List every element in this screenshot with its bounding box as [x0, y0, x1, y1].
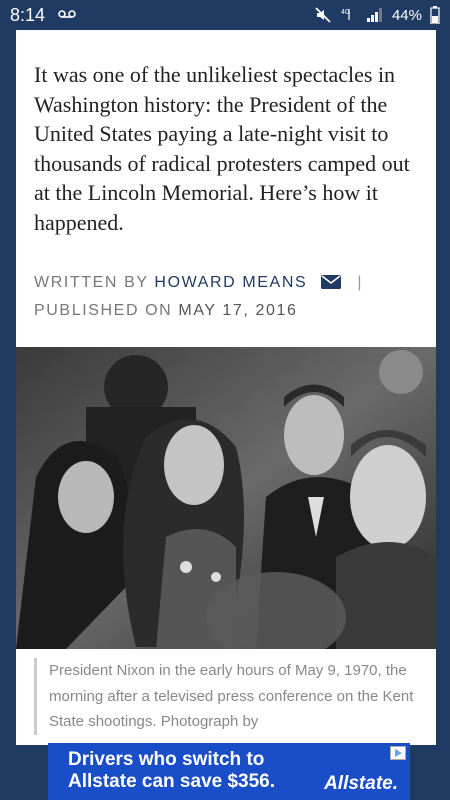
article-page: It was one of the unlikeliest spectacles… — [16, 30, 436, 745]
byline: WRITTEN BY HOWARD MEANS | PUBLISHED ON M… — [34, 270, 429, 324]
ad-line-1: Drivers who switch to — [68, 749, 265, 770]
battery-text: 44% — [391, 6, 422, 24]
byline-separator: | — [357, 274, 364, 291]
mail-icon[interactable] — [321, 272, 342, 298]
status-icons: 4G 44% — [314, 6, 440, 24]
ad-headline: Drivers who switch to Allstate can save … — [68, 749, 275, 793]
published-date: MAY 17, 2016 — [178, 302, 298, 319]
signal-icon — [366, 7, 384, 23]
adchoices-icon[interactable] — [390, 746, 406, 765]
battery-icon — [430, 6, 440, 24]
photo-caption: President Nixon in the early hours of Ma… — [34, 658, 436, 735]
ad-banner[interactable]: Drivers who switch to Allstate can save … — [48, 743, 410, 800]
author-link[interactable]: HOWARD MEANS — [154, 274, 307, 291]
ad-line-2: Allstate can save $356. — [68, 771, 276, 792]
article-photo — [16, 347, 436, 649]
ad-brand-logo: Allstate. — [324, 773, 398, 794]
published-label: PUBLISHED ON — [34, 302, 173, 319]
mute-icon — [314, 6, 332, 24]
written-by-label: WRITTEN BY — [34, 274, 149, 291]
status-bar: 8:14 4G 44% — [0, 0, 450, 30]
article-intro: It was one of the unlikeliest spectacles… — [34, 62, 410, 235]
status-time: 8:14 — [10, 5, 46, 25]
network-icon: 4G — [340, 6, 358, 24]
voicemail-icon — [58, 8, 76, 22]
